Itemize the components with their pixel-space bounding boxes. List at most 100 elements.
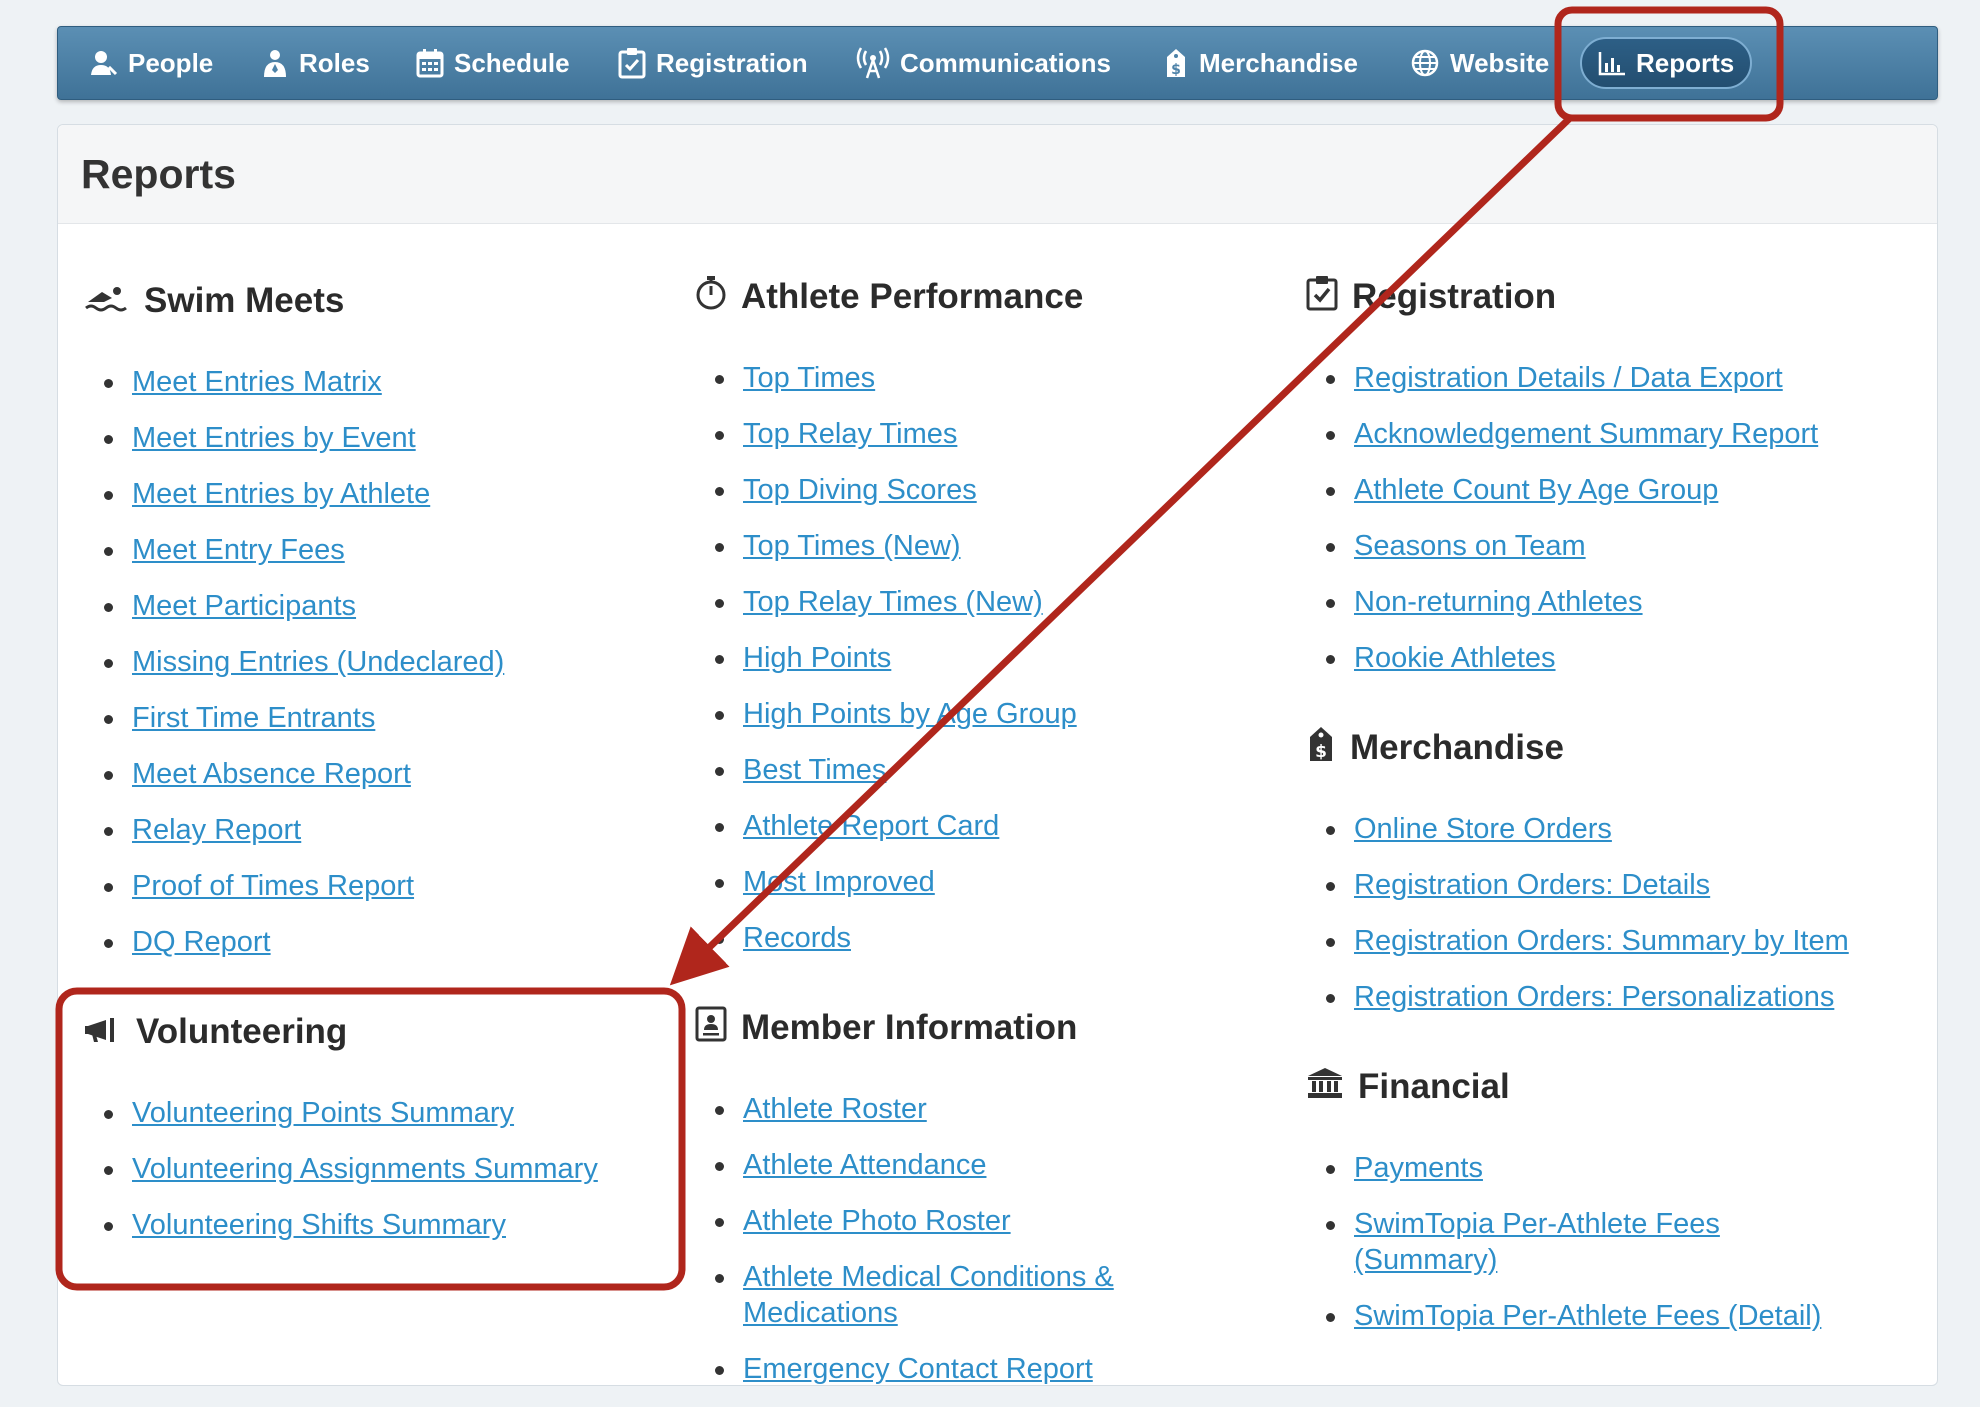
report-link[interactable]: Online Store Orders [1354,813,1612,845]
list-item: Missing Entries (Undeclared) [84,644,504,680]
section-member-information: Member Information Athlete Roster Athlet… [695,1005,1215,1407]
report-link[interactable]: Best Times [743,754,886,786]
report-link[interactable]: Relay Report [132,814,301,846]
list-item: Registration Orders: Personalizations [1306,979,1849,1015]
report-link[interactable]: Top Diving Scores [743,474,977,506]
section-financial: Financial Payments SwimTopia Per-Athlete… [1306,1064,1866,1354]
report-link[interactable]: Top Times [743,362,875,394]
list-item: Seasons on Team [1306,528,1818,564]
nav-roles[interactable]: Roles [261,27,370,99]
section-title: Volunteering [136,1012,348,1051]
report-link[interactable]: Non-returning Athletes [1354,586,1643,618]
broadcast-icon [856,47,890,79]
nav-label: Website [1450,47,1550,78]
list-item: High Points [695,640,1083,676]
report-link[interactable]: Athlete Count By Age Group [1354,474,1718,506]
report-link[interactable]: Registration Orders: Personalizations [1354,981,1834,1013]
section-heading: Member Information [695,1005,1215,1051]
report-link[interactable]: Payments [1354,1152,1483,1184]
report-link[interactable]: Athlete Attendance [743,1149,986,1181]
report-link[interactable]: Proof of Times Report [132,870,414,902]
report-list: Athlete Roster Athlete Attendance Athlet… [695,1091,1215,1387]
section-merchandise: $ Merchandise Online Store Orders Regist… [1306,725,1849,1035]
report-link[interactable]: Volunteering Points Summary [132,1097,514,1129]
report-link[interactable]: Athlete Photo Roster [743,1205,1011,1237]
list-item: Top Times [695,360,1083,396]
report-link[interactable]: Meet Entries by Athlete [132,478,430,510]
list-item: Athlete Count By Age Group [1306,472,1818,508]
list-item: Registration Details / Data Export [1306,360,1818,396]
person-icon [88,48,118,78]
report-link[interactable]: Records [743,922,851,954]
price-tag-icon: $ [1163,47,1189,79]
list-item: Top Times (New) [695,528,1083,564]
section-heading: Financial [1306,1064,1866,1110]
report-link[interactable]: Athlete Roster [743,1093,927,1125]
report-link[interactable]: Meet Entries by Event [132,422,416,454]
report-link[interactable]: High Points [743,642,891,674]
list-item: Athlete Roster [695,1091,1215,1127]
price-tag-icon: $ [1306,725,1336,772]
section-title: Financial [1358,1067,1510,1106]
report-link[interactable]: Top Relay Times (New) [743,586,1043,618]
report-list: Top Times Top Relay Times Top Diving Sco… [695,360,1083,956]
nav-people[interactable]: People [88,27,213,99]
list-item: Top Relay Times [695,416,1083,452]
report-link[interactable]: Volunteering Shifts Summary [132,1209,506,1241]
report-link[interactable]: Meet Absence Report [132,758,411,790]
report-link[interactable]: Seasons on Team [1354,530,1586,562]
report-link[interactable]: Meet Entries Matrix [132,366,382,398]
section-athlete-performance: Athlete Performance Top Times Top Relay … [695,274,1083,976]
list-item: DQ Report [84,924,504,960]
report-link[interactable]: Athlete Medical Conditions & Medications [743,1261,1114,1329]
report-link[interactable]: Registration Orders: Summary by Item [1354,925,1849,957]
section-swim-meets: Swim Meets Meet Entries Matrix Meet Entr… [84,278,504,980]
report-link[interactable]: Registration Details / Data Export [1354,362,1783,394]
list-item: Most Improved [695,864,1083,900]
list-item: Registration Orders: Details [1306,867,1849,903]
section-heading: $ Merchandise [1306,725,1849,771]
id-card-icon [695,1006,727,1051]
list-item: Registration Orders: Summary by Item [1306,923,1849,959]
report-link[interactable]: DQ Report [132,926,271,958]
panel-header: Reports [58,125,1937,224]
report-link[interactable]: Emergency Contact Report [743,1353,1093,1385]
report-link[interactable]: Registration Orders: Details [1354,869,1710,901]
report-link[interactable]: Meet Participants [132,590,356,622]
list-item: SwimTopia Per-Athlete Fees (Detail) [1306,1298,1866,1334]
report-list: Meet Entries Matrix Meet Entries by Even… [84,364,504,960]
report-link[interactable]: Top Times (New) [743,530,961,562]
report-link[interactable]: Meet Entry Fees [132,534,345,566]
nav-registration[interactable]: Registration [618,27,808,99]
nav-reports[interactable]: Reports [1580,37,1753,89]
list-item: Volunteering Shifts Summary [84,1207,598,1243]
report-link[interactable]: Rookie Athletes [1354,642,1556,674]
nav-label: People [128,47,214,78]
report-link[interactable]: SwimTopia Per-Athlete Fees (Summary) [1354,1208,1720,1276]
report-link[interactable]: Volunteering Assignments Summary [132,1153,598,1185]
report-link[interactable]: Most Improved [743,866,935,898]
nav-communications[interactable]: Communications [856,27,1111,99]
bank-icon [1306,1066,1344,1109]
nav-schedule[interactable]: Schedule [416,27,570,99]
list-item: Volunteering Assignments Summary [84,1151,598,1187]
stopwatch-icon [695,275,727,320]
list-item: Athlete Photo Roster [695,1203,1215,1239]
list-item: Non-returning Athletes [1306,584,1818,620]
report-link[interactable]: High Points by Age Group [743,698,1077,730]
bar-chart-icon [1598,50,1626,76]
list-item: Relay Report [84,812,504,848]
report-link[interactable]: Athlete Report Card [743,810,999,842]
report-link[interactable]: Missing Entries (Undeclared) [132,646,504,678]
nav-website[interactable]: Website [1410,27,1549,99]
list-item: High Points by Age Group [695,696,1083,732]
section-volunteering: Volunteering Volunteering Points Summary… [84,1009,598,1263]
nav-merchandise[interactable]: $ Merchandise [1163,27,1358,99]
report-link[interactable]: SwimTopia Per-Athlete Fees (Detail) [1354,1300,1821,1332]
globe-icon [1410,48,1440,78]
report-link[interactable]: Top Relay Times [743,418,957,450]
report-link[interactable]: Acknowledgement Summary Report [1354,418,1818,450]
report-link[interactable]: First Time Entrants [132,702,375,734]
list-item: Online Store Orders [1306,811,1849,847]
list-item: Meet Entries Matrix [84,364,504,400]
